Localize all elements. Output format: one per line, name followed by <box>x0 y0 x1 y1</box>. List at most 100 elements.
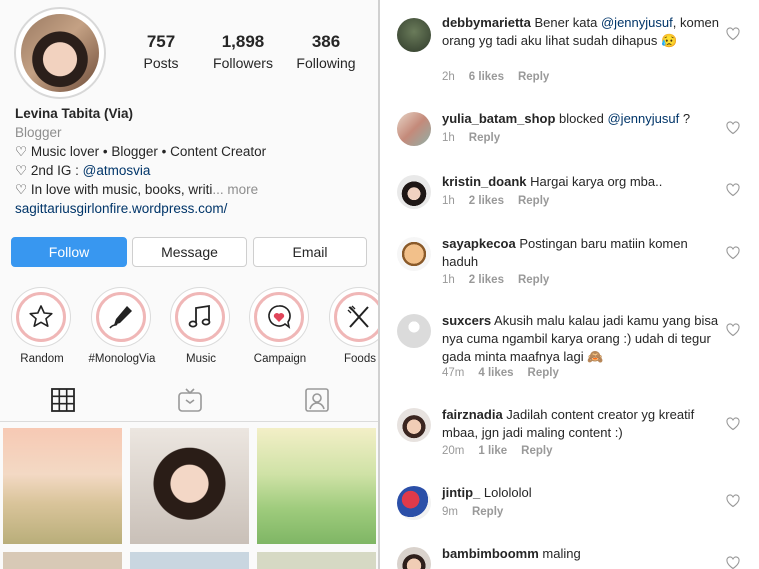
reply-button[interactable]: Reply <box>472 506 503 518</box>
comment-body: sayapkecoa Postingan baru matiin komen h… <box>442 235 722 271</box>
comment-body: kristin_doank Hargai karya org mba.. <box>442 173 722 191</box>
comment-text: blocked <box>555 111 608 126</box>
post-thumbnail[interactable] <box>3 552 122 569</box>
avatar[interactable] <box>397 547 431 569</box>
like-heart-icon[interactable] <box>726 323 740 337</box>
like-heart-icon[interactable] <box>726 556 740 569</box>
highlight-label: Foods <box>344 353 376 365</box>
more-link[interactable]: ... more <box>212 182 258 197</box>
avatar[interactable] <box>397 486 431 520</box>
comment-time: 20m <box>442 445 465 457</box>
highlight-random[interactable]: Random <box>11 287 73 365</box>
avatar-photo <box>21 14 99 92</box>
following-count: 386 <box>311 32 341 51</box>
highlight-inner <box>334 292 378 342</box>
highlight-campaign[interactable]: Campaign <box>249 287 311 365</box>
comment-mention[interactable]: @jennyjusuf <box>601 15 673 30</box>
avatar[interactable] <box>397 112 431 146</box>
comment-username[interactable]: kristin_doank <box>442 174 527 189</box>
reply-button[interactable]: Reply <box>518 71 549 83</box>
post-thumbnail[interactable] <box>130 552 249 569</box>
comment-likes[interactable]: 4 likes <box>478 367 513 379</box>
like-heart-icon[interactable] <box>726 27 740 41</box>
highlight-label: Campaign <box>253 353 307 365</box>
followers-stat[interactable]: 1,898 Followers <box>210 32 276 72</box>
highlight-ring <box>11 287 71 347</box>
igtv-icon[interactable] <box>177 387 203 413</box>
comment-text: maling <box>538 546 581 561</box>
comment-body: fairznadia Jadilah content creator yg kr… <box>442 406 722 442</box>
like-heart-icon[interactable] <box>726 183 740 197</box>
comment-username[interactable]: bambimboomm <box>442 546 539 561</box>
highlight-ring <box>249 287 309 347</box>
posts-count: 757 <box>146 32 176 51</box>
comment-meta: 47m 4 likes Reply <box>442 367 573 379</box>
grid-icon[interactable] <box>50 387 76 413</box>
post-thumbnail[interactable] <box>257 552 376 569</box>
comment-text: Bener kata <box>530 15 601 30</box>
like-heart-icon[interactable] <box>726 494 740 508</box>
comment-meta: 1h Reply <box>442 132 514 144</box>
message-button[interactable]: Message <box>132 237 247 267</box>
posts-label: Posts <box>143 55 179 71</box>
comment-likes[interactable]: 6 likes <box>469 71 504 83</box>
comment-username[interactable]: suxcers <box>442 313 491 328</box>
comment-body: bambimboomm maling <box>442 545 722 563</box>
comment-text: Lolololol <box>480 485 532 500</box>
posts-stat[interactable]: 757 Posts <box>138 32 184 72</box>
comment-meta: 20m 1 like Reply <box>442 445 566 457</box>
comment-meta: 9m Reply <box>442 506 517 518</box>
avatar[interactable] <box>397 18 431 52</box>
like-heart-icon[interactable] <box>726 121 740 135</box>
reply-button[interactable]: Reply <box>518 195 549 207</box>
reply-button[interactable]: Reply <box>528 367 559 379</box>
profile-avatar[interactable] <box>14 7 106 99</box>
post-thumbnail-flowers[interactable] <box>3 428 122 544</box>
post-thumbnail-illustration[interactable] <box>257 428 376 544</box>
comment-username[interactable]: fairznadia <box>442 407 503 422</box>
email-button[interactable]: Email <box>253 237 367 267</box>
highlight-music[interactable]: Music <box>170 287 232 365</box>
comment-time: 1h <box>442 195 455 207</box>
avatar[interactable] <box>397 408 431 442</box>
profile-panel: 757 Posts 1,898 Followers 386 Following … <box>0 0 378 569</box>
comment-likes[interactable]: 2 likes <box>469 195 504 207</box>
like-heart-icon[interactable] <box>726 246 740 260</box>
comment-body: yulia_batam_shop blocked @jennyjusuf ? <box>442 110 722 128</box>
comment-username[interactable]: debbymarietta <box>442 15 531 30</box>
highlight-foods[interactable]: Foods <box>329 287 378 365</box>
bio-line: ♡ In love with music, books, writi... mo… <box>15 180 258 199</box>
website-link[interactable]: sagittariusgirlonfire.wordpress.com/ <box>15 199 227 218</box>
comment-text: Hargai karya org mba.. <box>526 174 663 189</box>
highlight-inner <box>96 292 146 342</box>
comment-username[interactable]: jintip_ <box>442 485 480 500</box>
avatar[interactable] <box>397 237 431 271</box>
following-stat[interactable]: 386 Following <box>294 32 358 72</box>
reply-button[interactable]: Reply <box>518 274 549 286</box>
like-heart-icon[interactable] <box>726 417 740 431</box>
comment-meta: 2h 6 likes Reply <box>442 71 563 83</box>
comment-body: jintip_ Lolololol <box>442 484 722 502</box>
avatar[interactable] <box>397 175 431 209</box>
comment-mention[interactable]: @jennyjusuf <box>607 111 679 126</box>
following-label: Following <box>296 55 356 71</box>
comment-username[interactable]: yulia_batam_shop <box>442 111 555 126</box>
highlight-label: #MonologVia <box>88 353 156 365</box>
highlight-monologvia[interactable]: #MonologVia <box>89 287 155 365</box>
followers-label: Followers <box>213 55 273 71</box>
highlight-inner <box>16 292 66 342</box>
follow-button[interactable]: Follow <box>11 237 127 267</box>
comment-username[interactable]: sayapkecoa <box>442 236 516 251</box>
comment-likes[interactable]: 1 like <box>478 445 507 457</box>
profile-tabs <box>0 381 378 421</box>
avatar[interactable] <box>397 314 431 348</box>
music-note-icon <box>188 304 211 328</box>
tagged-icon[interactable] <box>304 387 330 413</box>
post-thumbnail-selfie[interactable] <box>130 428 249 544</box>
bio-mention-link[interactable]: @atmosvia <box>83 163 151 178</box>
star-icon <box>29 305 53 327</box>
reply-button[interactable]: Reply <box>521 445 552 457</box>
reply-button[interactable]: Reply <box>469 132 500 144</box>
comment-body: debbymarietta Bener kata @jennyjusuf, ko… <box>442 14 722 50</box>
comment-likes[interactable]: 2 likes <box>469 274 504 286</box>
